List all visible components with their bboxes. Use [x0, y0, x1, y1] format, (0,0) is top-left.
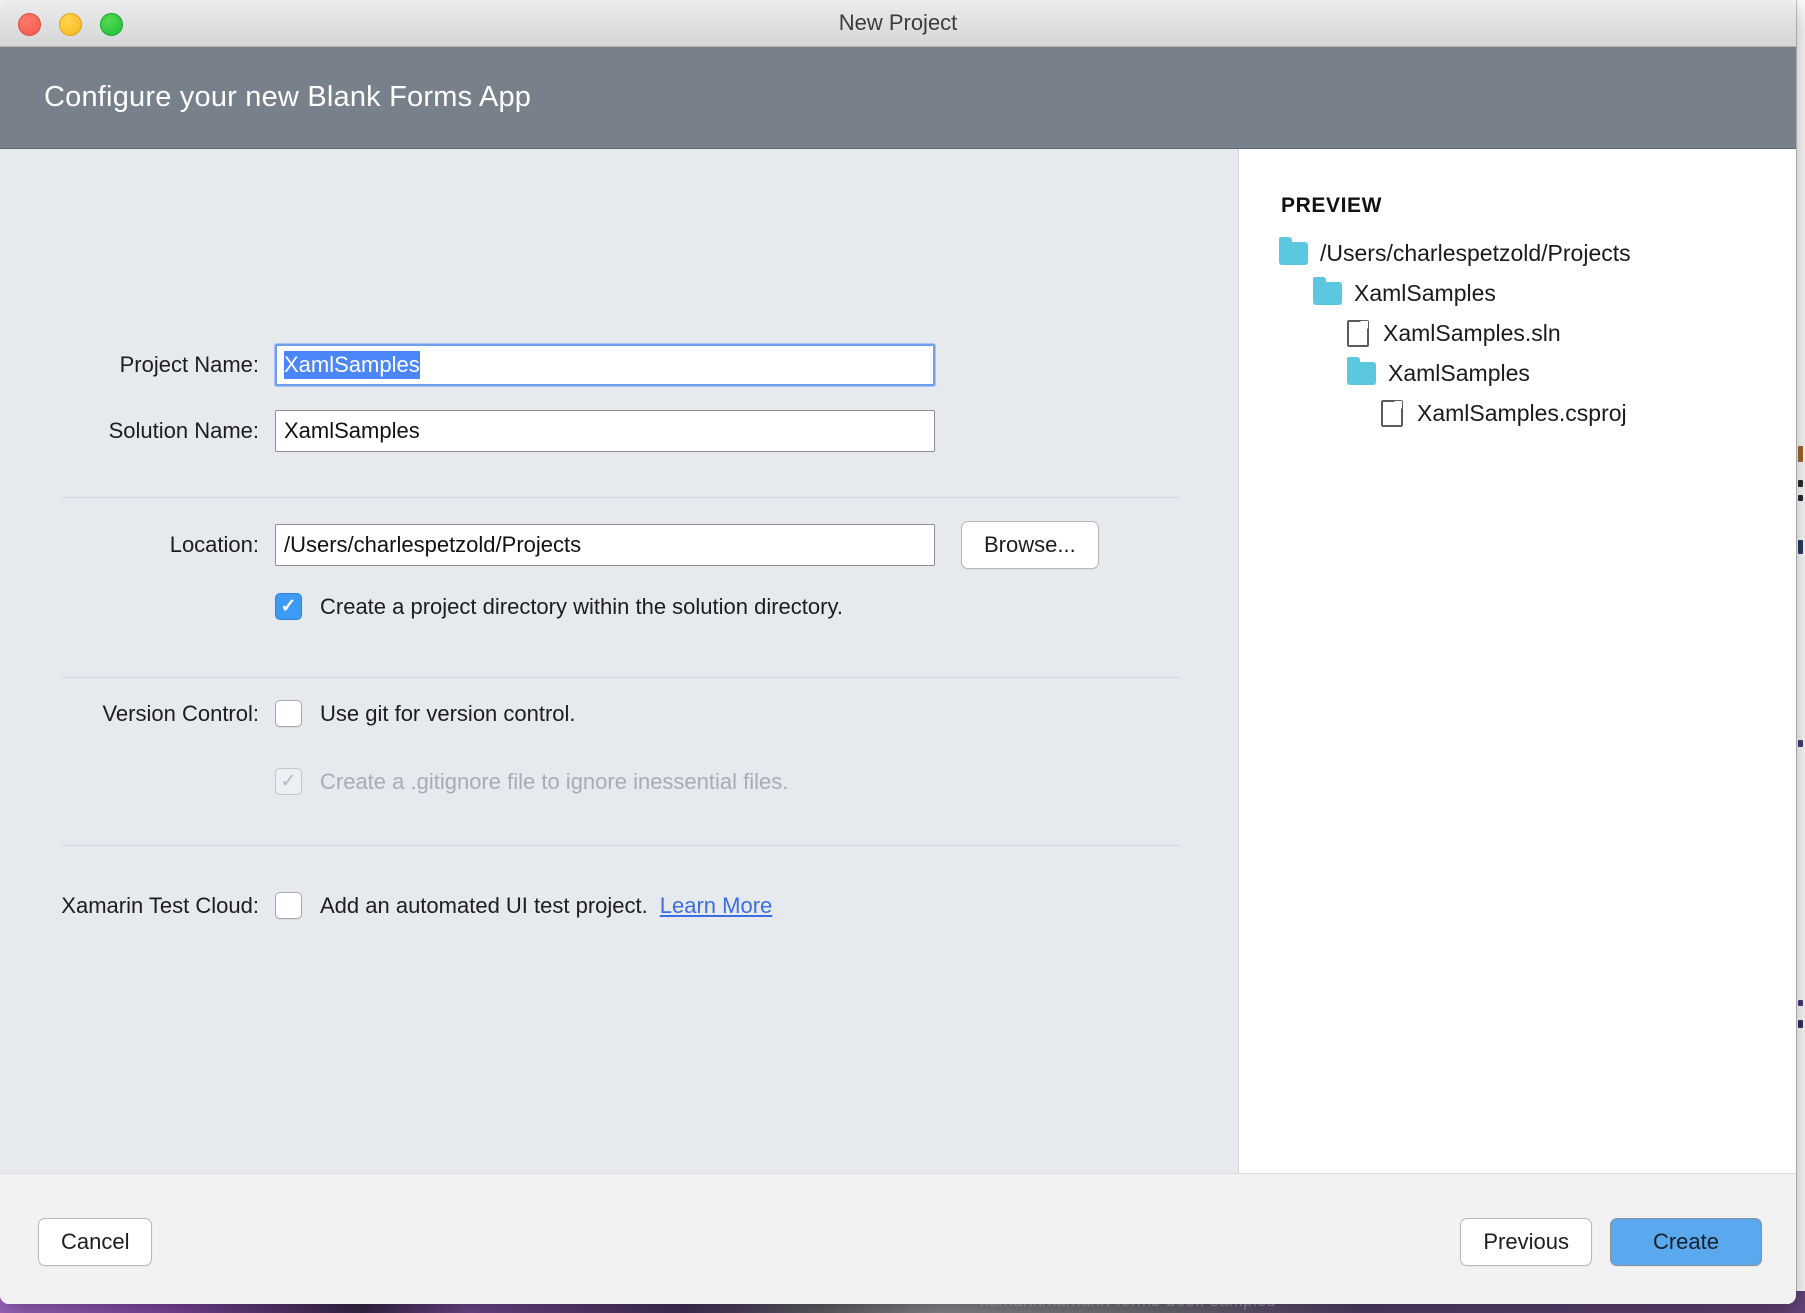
preview-tree-item-label: XamlSamples.csproj — [1417, 400, 1627, 427]
window-title: New Project — [0, 0, 1796, 46]
preview-tree-item-label: /Users/charlespetzold/Projects — [1320, 240, 1631, 267]
zoom-button[interactable] — [100, 13, 123, 36]
background-fleck — [1798, 1000, 1803, 1006]
check-icon: ✓ — [281, 597, 297, 616]
folder-icon — [1313, 282, 1342, 305]
background-fleck — [1798, 1020, 1803, 1028]
location-row: Location: /Users/charlespetzold/Projects… — [0, 521, 1099, 569]
preview-tree-item-label: XamlSamples — [1388, 360, 1530, 387]
preview-tree-item: XamlSamples — [1347, 360, 1796, 387]
file-icon — [1381, 400, 1403, 427]
solution-name-input[interactable]: XamlSamples — [275, 410, 935, 452]
create-project-directory-checkbox[interactable]: ✓ — [275, 593, 302, 620]
create-project-directory-label: Create a project directory within the so… — [320, 594, 843, 620]
test-cloud-row: Xamarin Test Cloud: Add an automated UI … — [0, 892, 772, 919]
divider — [62, 497, 1180, 498]
preview-tree-item-label: XamlSamples — [1354, 280, 1496, 307]
version-control-label: Version Control: — [0, 701, 275, 727]
preview-pane: PREVIEW /Users/charlespetzold/Projects Xa… — [1238, 149, 1796, 1173]
check-icon: ✓ — [281, 772, 297, 791]
file-icon — [1347, 320, 1369, 347]
project-name-value: XamlSamples — [284, 351, 420, 379]
window-titlebar: New Project — [0, 0, 1796, 47]
preview-tree-item-label: XamlSamples.sln — [1383, 320, 1561, 347]
test-cloud-label: Xamarin Test Cloud: — [0, 893, 275, 919]
background-right-strip — [1796, 0, 1805, 1313]
solution-name-value: XamlSamples — [284, 418, 420, 444]
background-fleck — [1798, 495, 1803, 501]
create-button[interactable]: Create — [1610, 1218, 1762, 1266]
close-button[interactable] — [18, 13, 41, 36]
new-project-dialog: New Project Configure your new Blank For… — [0, 0, 1796, 1304]
preview-tree-item: XamlSamples.sln — [1347, 320, 1796, 347]
gitignore-row: ✓ Create a .gitignore file to ignore ine… — [0, 768, 788, 795]
ui-test-checkbox[interactable] — [275, 892, 302, 919]
footer-right: Previous Create — [1460, 1218, 1762, 1266]
use-git-label: Use git for version control. — [320, 701, 576, 727]
divider — [62, 677, 1180, 678]
background-fleck — [1798, 740, 1803, 747]
folder-icon — [1347, 362, 1376, 385]
location-input[interactable]: /Users/charlespetzold/Projects — [275, 524, 935, 566]
ui-test-label: Add an automated UI test project. — [320, 893, 648, 919]
page-title: Configure your new Blank Forms App — [0, 81, 531, 114]
gitignore-label: Create a .gitignore file to ignore iness… — [320, 769, 788, 795]
browse-button[interactable]: Browse... — [961, 521, 1099, 569]
cancel-button[interactable]: Cancel — [38, 1218, 152, 1266]
screen: xamarin/xamarin-forms-book-samples New P… — [0, 0, 1805, 1313]
project-name-label: Project Name: — [0, 352, 275, 378]
dialog-body: Project Name: XamlSamples Solution Name:… — [0, 149, 1796, 1173]
preview-tree-item: XamlSamples.csproj — [1381, 400, 1796, 427]
wizard-header: Configure your new Blank Forms App — [0, 47, 1796, 149]
previous-button[interactable]: Previous — [1460, 1218, 1592, 1266]
minimize-button[interactable] — [59, 13, 82, 36]
background-fleck — [1798, 540, 1803, 554]
preview-heading: PREVIEW — [1281, 194, 1796, 218]
dialog-footer: Cancel Previous Create — [0, 1173, 1796, 1304]
learn-more-link[interactable]: Learn More — [660, 893, 773, 919]
preview-tree-item: XamlSamples — [1313, 280, 1796, 307]
background-fleck — [1798, 480, 1803, 487]
version-control-row: Version Control: Use git for version con… — [0, 700, 576, 727]
footer-left: Cancel — [38, 1218, 152, 1266]
project-name-input[interactable]: XamlSamples — [275, 344, 935, 386]
create-project-directory-row: ✓ Create a project directory within the … — [0, 593, 843, 620]
preview-tree: /Users/charlespetzold/Projects XamlSample… — [1279, 240, 1796, 427]
location-value: /Users/charlespetzold/Projects — [284, 532, 581, 558]
gitignore-checkbox: ✓ — [275, 768, 302, 795]
project-name-row: Project Name: XamlSamples — [0, 344, 935, 386]
window-controls — [18, 13, 123, 36]
use-git-checkbox[interactable] — [275, 700, 302, 727]
solution-name-row: Solution Name: XamlSamples — [0, 410, 935, 452]
background-fleck — [1798, 446, 1803, 462]
solution-name-label: Solution Name: — [0, 418, 275, 444]
location-label: Location: — [0, 532, 275, 558]
form-pane: Project Name: XamlSamples Solution Name:… — [0, 149, 1238, 1173]
folder-icon — [1279, 242, 1308, 265]
divider — [62, 845, 1180, 846]
preview-tree-item: /Users/charlespetzold/Projects — [1279, 240, 1796, 267]
